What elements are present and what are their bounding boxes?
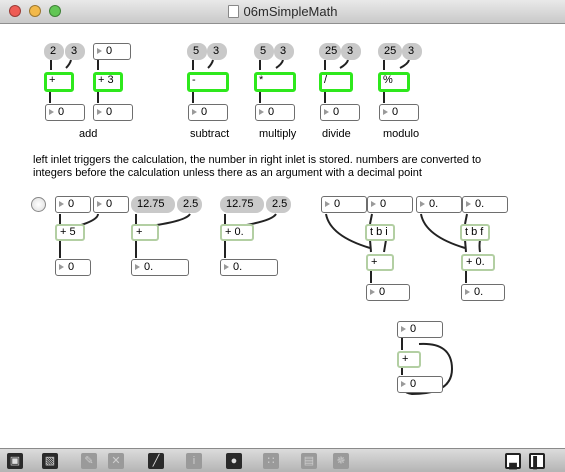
explanation-comment: left inlet triggers the calculation, the… [33,154,482,179]
float-plus-object[interactable]: + 0. [220,224,254,241]
float-message-a[interactable]: 12.75 [131,196,175,213]
window-title: 06mSimpleMath [243,4,338,19]
int-left-input-number[interactable]: 0 [55,196,91,213]
trig-int-input-b[interactable]: 0 [367,196,413,213]
sidebar-icon[interactable]: ▄ [505,453,521,469]
int-plus-output-number[interactable]: 0. [131,259,189,276]
trig-int-output-number[interactable]: 0 [366,284,410,301]
float-plus-output-number[interactable]: 0. [220,259,278,276]
patcher-toolbar: ▣ ▧ ✎ ✕ ╱ i ● ∷ ▤ ✵ ▄ ▌ [0,448,565,472]
snapshot-icon[interactable]: ✵ [333,453,349,469]
subtract-object[interactable]: - [187,72,229,92]
multiply-message-b[interactable]: 3 [274,43,294,60]
document-icon [227,5,239,18]
divide-message-a[interactable]: 25 [319,43,341,60]
float-message-d[interactable]: 2.5 [266,196,291,213]
trig-float-input-b[interactable]: 0. [462,196,508,213]
int-right-input-number[interactable]: 0 [93,196,129,213]
connect-icon[interactable]: ● [226,453,242,469]
add-object[interactable]: + [44,72,74,92]
loop-plus-object[interactable]: + [397,351,421,368]
add-label: add [79,128,98,140]
divide-message-b[interactable]: 3 [341,43,361,60]
inspector-chart-icon[interactable]: ╱ [148,453,164,469]
subtract-label: subtract [190,128,230,140]
debug-icon[interactable]: ▤ [301,453,317,469]
title-bar: 06mSimpleMath [0,0,565,24]
plus5-object[interactable]: + 5 [55,224,85,241]
modulo-message-a[interactable]: 25 [378,43,402,60]
add3-object[interactable]: + 3 [93,72,123,92]
trig-float-plus-object[interactable]: + 0. [461,254,495,271]
paint-icon[interactable]: ✎ [81,453,97,469]
divide-output-number[interactable]: 0 [320,104,360,121]
subtract-message-b[interactable]: 3 [207,43,227,60]
modulo-output-number[interactable]: 0 [379,104,419,121]
trigger-bang-float-object[interactable]: t b f [460,224,490,241]
clear-icon[interactable]: ✕ [108,453,124,469]
grid-icon[interactable]: ∷ [263,453,279,469]
modulo-message-b[interactable]: 3 [402,43,422,60]
add-message-a[interactable]: 2 [44,43,64,60]
plus5-output-number[interactable]: 0 [55,259,91,276]
divide-object[interactable]: / [319,72,353,92]
multiply-output-number[interactable]: 0 [255,104,295,121]
info-icon[interactable]: i [186,453,202,469]
add3-input-number[interactable]: 0 [93,43,131,60]
window-title-wrap: 06mSimpleMath [0,4,565,19]
int-plus-object[interactable]: + [131,224,159,241]
float-message-c[interactable]: 12.75 [220,196,264,213]
presentation-icon[interactable]: ▧ [42,453,58,469]
multiply-label: multiply [259,128,297,140]
fullscreen-icon[interactable]: ▌ [529,453,545,469]
add-message-b[interactable]: 3 [65,43,85,60]
multiply-object[interactable]: * [254,72,296,92]
trig-int-plus-object[interactable]: + [366,254,394,271]
trigger-bang-int-object[interactable]: t b i [365,224,395,241]
trig-float-input-a[interactable]: 0. [416,196,462,213]
subtract-output-number[interactable]: 0 [188,104,228,121]
loop-input-number[interactable]: 0 [397,321,443,338]
add-output-number[interactable]: 0 [45,104,85,121]
multiply-message-a[interactable]: 5 [254,43,274,60]
lock-icon[interactable]: ▣ [7,453,23,469]
add3-output-number[interactable]: 0 [93,104,133,121]
modulo-label: modulo [383,128,420,140]
loop-output-number[interactable]: 0 [397,376,443,393]
bang-button[interactable] [31,197,46,212]
modulo-object[interactable]: % [378,72,410,92]
trig-int-input-a[interactable]: 0 [321,196,367,213]
divide-label: divide [322,128,351,140]
trig-float-output-number[interactable]: 0. [461,284,505,301]
patcher-canvas[interactable]: 2 3 + 0 0 + 3 0 add 5 3 - 0 subtract 5 3… [0,24,565,448]
subtract-message-a[interactable]: 5 [187,43,207,60]
float-message-b[interactable]: 2.5 [177,196,202,213]
